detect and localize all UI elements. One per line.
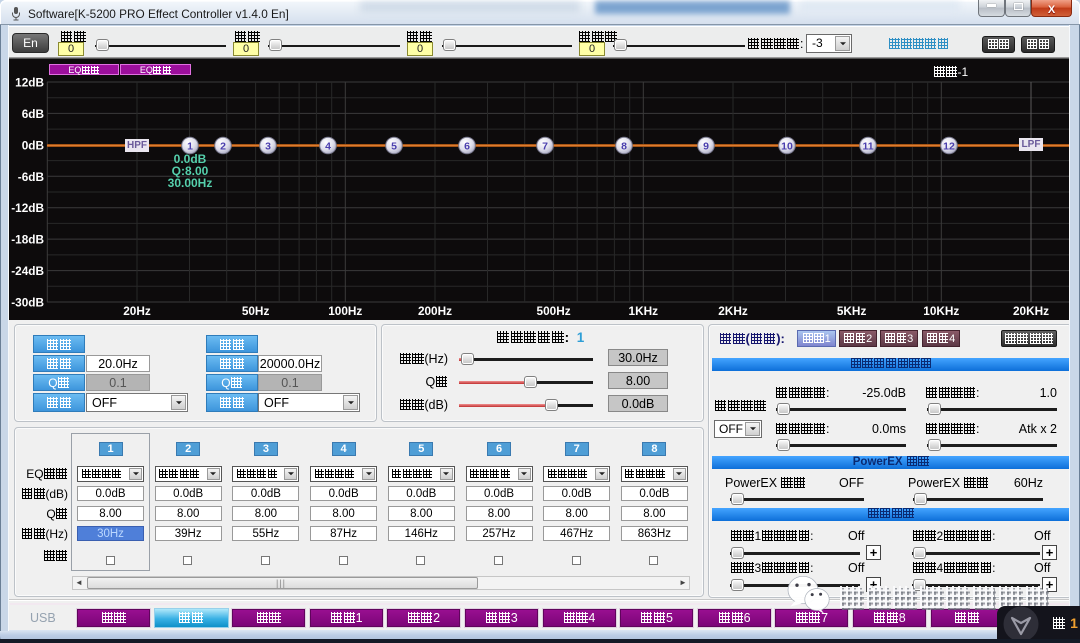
svg-text:7: 7	[542, 141, 548, 153]
svg-text:-24dB: -24dB	[11, 264, 44, 278]
svg-text:6dB: 6dB	[22, 107, 44, 121]
svg-text:2: 2	[220, 141, 226, 153]
svg-text:500Hz: 500Hz	[537, 304, 571, 318]
svg-text:12dB: 12dB	[15, 76, 44, 90]
svg-text:50Hz: 50Hz	[242, 304, 270, 318]
svg-text:3: 3	[265, 141, 271, 153]
svg-text:12: 12	[943, 141, 955, 153]
svg-text:11: 11	[862, 141, 873, 153]
svg-text:20Hz: 20Hz	[123, 304, 151, 318]
svg-text:-30dB: -30dB	[11, 296, 44, 310]
svg-text:8: 8	[621, 141, 627, 153]
svg-text:-12dB: -12dB	[11, 201, 44, 215]
svg-text:5KHz: 5KHz	[837, 304, 867, 318]
svg-text:10: 10	[781, 141, 793, 153]
svg-text:100Hz: 100Hz	[328, 304, 362, 318]
svg-text:9: 9	[703, 141, 709, 153]
svg-text:-18dB: -18dB	[11, 233, 44, 247]
svg-text:200Hz: 200Hz	[418, 304, 452, 318]
svg-text:4: 4	[325, 141, 331, 153]
svg-text:1: 1	[187, 141, 193, 153]
svg-text:5: 5	[391, 141, 397, 153]
svg-text:20KHz: 20KHz	[1013, 304, 1049, 318]
svg-text:2KHz: 2KHz	[718, 304, 748, 318]
svg-text:6: 6	[464, 141, 470, 153]
svg-text:10KHz: 10KHz	[923, 304, 959, 318]
svg-text:0dB: 0dB	[22, 138, 44, 152]
svg-text:1KHz: 1KHz	[629, 304, 659, 318]
svg-text:-6dB: -6dB	[18, 170, 44, 184]
